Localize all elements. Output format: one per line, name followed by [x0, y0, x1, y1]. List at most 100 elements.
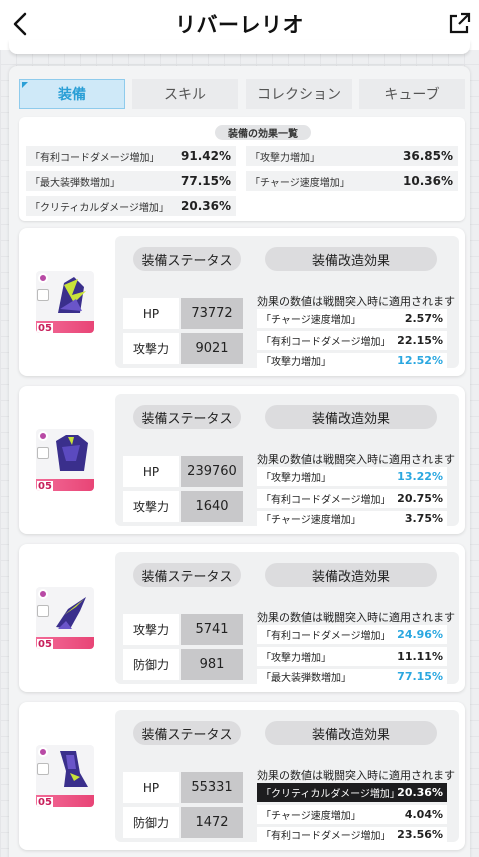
stat-value: 1640: [181, 491, 243, 522]
summary-row: 「クリティカルダメージ増加」 20.36%: [26, 196, 236, 216]
gear-thumbnail[interactable]: 05: [36, 429, 94, 491]
mod-effect-label: 「攻撃力増加」: [261, 653, 331, 664]
mod-effect-value: 4.04%: [404, 808, 443, 821]
equipment-status-label: 装備ステータス: [133, 721, 241, 745]
open-external-button[interactable]: [445, 10, 473, 38]
mod-effect-value: 13.22%: [397, 470, 443, 483]
gear-stat-panel: 装備ステータス 装備改造効果 攻撃力 5741 防御力 981 効果の数値は戦闘…: [115, 552, 459, 684]
stat-row: 防御力 1472: [123, 807, 243, 838]
stat-value: 239760: [181, 456, 243, 487]
summary-row: 「チャージ速度増加」 10.36%: [246, 171, 458, 191]
mod-effect-label: 「攻撃力増加」: [261, 473, 331, 484]
gear-stat-panel: 装備ステータス 装備改造効果 HP 239760 攻撃力 1640 効果の数値は…: [115, 394, 459, 526]
mod-effect-label: 「有利コードダメージ増加」: [261, 495, 391, 506]
stat-row: 攻撃力 9021: [123, 333, 243, 364]
gear-level: 05: [37, 797, 53, 807]
rarity-icon: [38, 431, 48, 441]
mod-effect-row: 「攻撃力増加」 13.22%: [257, 467, 447, 486]
gear-stat-panel: 装備ステータス 装備改造効果 HP 73772 攻撃力 9021 効果の数値は戦…: [115, 236, 459, 368]
stat-value: 1472: [181, 807, 243, 838]
summary-row-value: 10.36%: [403, 174, 453, 188]
stat-row: HP 239760: [123, 456, 243, 487]
tab-equipment[interactable]: 装備: [19, 79, 125, 109]
tab-bar: 装備 スキル コレクション キューブ: [19, 79, 465, 109]
stat-row: 攻撃力 1640: [123, 491, 243, 522]
stat-row: 攻撃力 5741: [123, 614, 243, 645]
mod-effect-value: 12.52%: [397, 354, 443, 367]
element-icon: [37, 447, 49, 459]
mod-effect-note: 効果の数値は戦闘突入時に適用されます: [257, 295, 455, 308]
mod-effect-value: 20.36%: [397, 786, 443, 799]
summary-row-label: 「最大装弾数増加」: [30, 177, 120, 189]
mod-effect-value: 23.56%: [397, 828, 443, 841]
previous-section-card: [9, 40, 470, 54]
summary-row: 「最大装弾数増加」 77.15%: [26, 171, 236, 191]
mod-effect-row: 「有利コードダメージ増加」 24.96%: [257, 625, 447, 644]
gear-card-body: 05 装備ステータス 装備改造効果 HP 239760 攻撃力 1640 効果の…: [19, 386, 465, 534]
stat-value: 9021: [181, 333, 243, 364]
stat-row: 防御力 981: [123, 649, 243, 680]
mod-effect-label: 「チャージ速度増加」: [261, 515, 361, 526]
mod-effect-label: 「攻撃力増加」: [261, 357, 331, 368]
mod-effect-row: 「攻撃力増加」 12.52%: [257, 353, 447, 368]
summary-row-label: 「クリティカルダメージ増加」: [30, 202, 169, 214]
stat-label: HP: [123, 456, 179, 487]
summary-row: 「攻撃力増加」 36.85%: [246, 146, 458, 166]
external-link-icon: [449, 12, 471, 34]
tab-skill[interactable]: スキル: [132, 79, 238, 109]
summary-row-value: 77.15%: [181, 174, 231, 188]
gear-stat-panel: 装備ステータス 装備改造効果 HP 55331 防御力 1472 効果の数値は戦…: [115, 710, 459, 842]
equipment-status-label: 装備ステータス: [133, 247, 241, 271]
gear-thumbnail[interactable]: 05: [36, 745, 94, 807]
summary-row-value: 36.85%: [403, 149, 453, 163]
mod-effect-row: 「チャージ速度増加」 3.75%: [257, 511, 447, 526]
mod-effect-value: 24.96%: [397, 628, 443, 641]
mod-effect-label: 「有利コードダメージ増加」: [261, 831, 391, 842]
mod-effect-note: 効果の数値は戦闘突入時に適用されます: [257, 453, 455, 466]
element-icon: [37, 289, 49, 301]
equipment-status-label: 装備ステータス: [133, 405, 241, 429]
stat-value: 73772: [181, 298, 243, 329]
element-icon: [37, 763, 49, 775]
mod-effect-value: 2.57%: [404, 312, 443, 325]
summary-title: 装備の効果一覧: [215, 125, 311, 140]
stat-label: 防御力: [123, 807, 179, 838]
stat-row: HP 55331: [123, 772, 243, 803]
gear-level: 05: [37, 481, 53, 491]
stat-label: 防御力: [123, 649, 179, 680]
tab-collection[interactable]: コレクション: [246, 79, 352, 109]
rarity-icon: [38, 273, 48, 283]
mod-effect-label: 「チャージ速度増加」: [261, 315, 361, 326]
stat-label: 攻撃力: [123, 614, 179, 645]
mod-effect-label: 「有利コードダメージ増加」: [261, 631, 391, 642]
gear-card-head: 05 装備ステータス 装備改造効果 HP 73772 攻撃力 9021 効果の数…: [19, 228, 465, 376]
summary-row-value: 91.42%: [181, 149, 231, 163]
mod-effect-row: 「チャージ速度増加」 2.57%: [257, 309, 447, 328]
stat-label: 攻撃力: [123, 491, 179, 522]
summary-row: 「有利コードダメージ増加」 91.42%: [26, 146, 236, 166]
tab-cube[interactable]: キューブ: [359, 79, 465, 109]
summary-row-label: 「有利コードダメージ増加」: [30, 152, 160, 164]
mod-effect-row: 「有利コードダメージ増加」 20.75%: [257, 489, 447, 508]
summary-row-value: 20.36%: [181, 199, 231, 213]
summary-row-label: 「チャージ速度増加」: [250, 177, 350, 189]
stat-label: HP: [123, 298, 179, 329]
mod-effect-label: 「有利コードダメージ増加」: [261, 337, 391, 348]
equipment-mod-label: 装備改造効果: [265, 563, 437, 587]
gear-thumbnail[interactable]: 05: [36, 587, 94, 649]
rarity-icon: [38, 589, 48, 599]
mod-effect-label: 「クリティカルダメージ増加」: [261, 789, 400, 800]
mod-effect-row: 「有利コードダメージ増加」 22.15%: [257, 331, 447, 350]
mod-effect-value: 11.11%: [397, 650, 443, 663]
equipment-mod-label: 装備改造効果: [265, 405, 437, 429]
mod-effect-row: 「最大装弾数増加」 77.15%: [257, 669, 447, 684]
stat-label: 攻撃力: [123, 333, 179, 364]
gear-thumbnail[interactable]: 05: [36, 271, 94, 333]
gear-body-icon: [56, 435, 88, 471]
mod-effect-value: 22.15%: [397, 334, 443, 347]
equipment-mod-label: 装備改造効果: [265, 721, 437, 745]
gear-head-icon: [58, 277, 86, 313]
stat-row: HP 73772: [123, 298, 243, 329]
equipment-mod-label: 装備改造効果: [265, 247, 437, 271]
mod-effect-row-selected: 「クリティカルダメージ増加」 20.36%: [257, 783, 447, 802]
